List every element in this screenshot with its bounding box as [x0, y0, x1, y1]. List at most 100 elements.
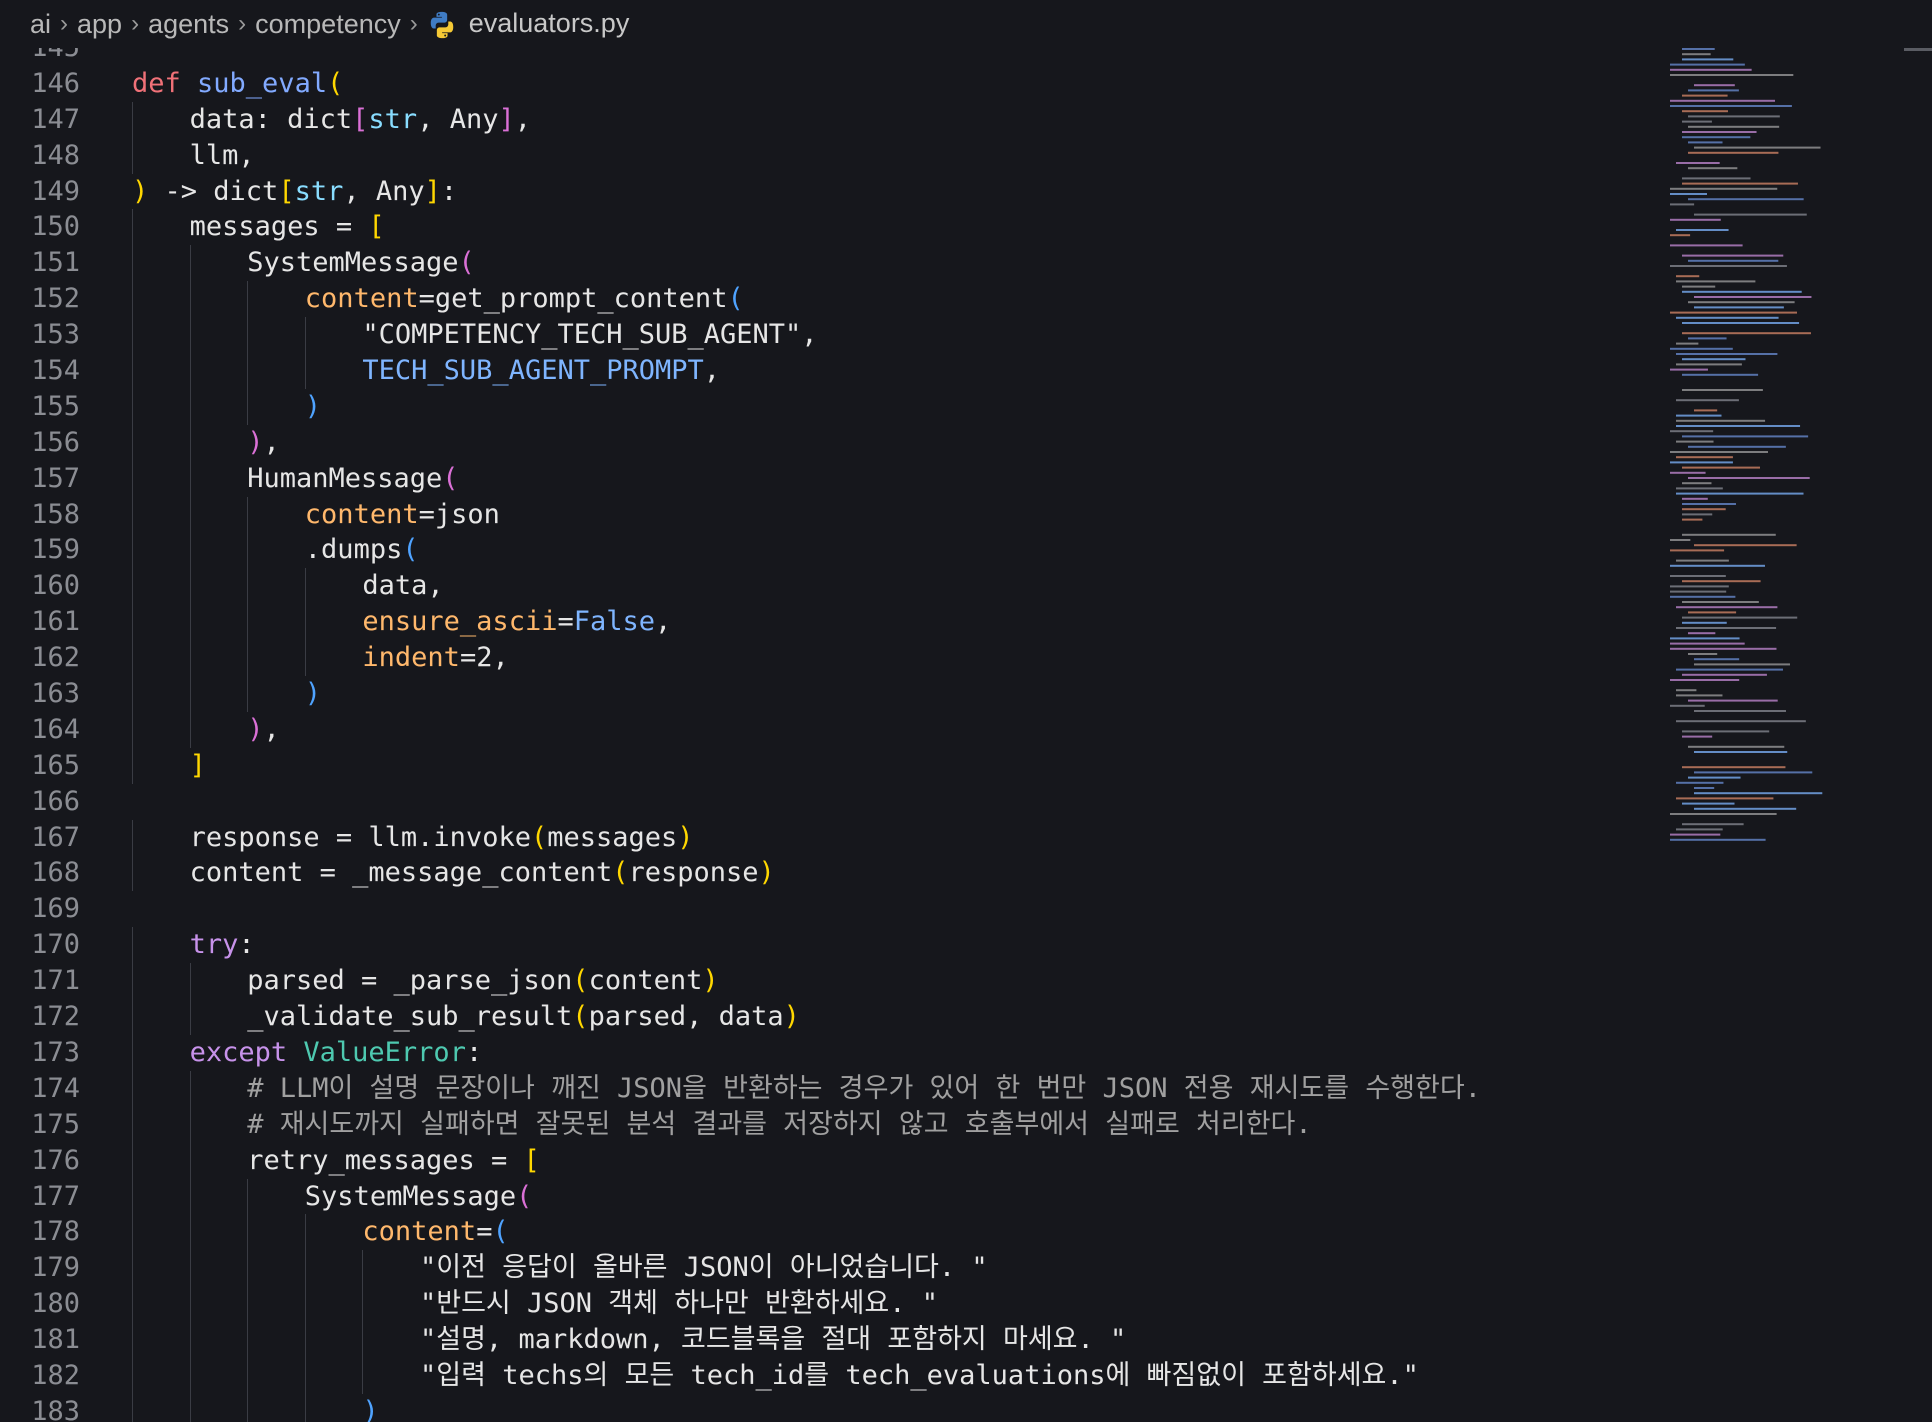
line-number: 155	[31, 390, 80, 422]
minimap-line	[1682, 601, 1759, 603]
indent-guide	[304, 353, 306, 389]
minimap-line	[1682, 285, 1716, 288]
minimap-line	[1670, 193, 1707, 195]
line-number: 160	[31, 570, 80, 602]
code-text: indent=2,	[362, 640, 508, 676]
breadcrumb-item-file[interactable]: evaluators.py	[427, 8, 630, 40]
indent-guide	[132, 1178, 133, 1215]
indent-guide	[189, 281, 191, 318]
indent-guide	[132, 137, 133, 174]
breadcrumb-item-competency[interactable]: competency	[255, 9, 401, 40]
minimap-line	[1670, 430, 1714, 433]
indent-guide	[247, 568, 249, 605]
code-token: , Any	[417, 103, 499, 135]
minimap-line	[1676, 419, 1766, 422]
code-text: except ValueError:	[190, 1035, 483, 1071]
line-number: 149	[31, 175, 80, 207]
minimap-line	[1694, 658, 1740, 661]
indent-guide	[189, 963, 191, 1000]
minimap-line	[1676, 275, 1700, 278]
minimap[interactable]	[1670, 44, 1910, 844]
breadcrumb-item-app[interactable]: app	[77, 9, 122, 40]
minimap-line	[1682, 290, 1802, 293]
minimap-line	[1682, 254, 1784, 257]
code-token: .dumps	[304, 534, 403, 566]
code-text: ),	[247, 425, 280, 461]
minimap-line	[1682, 177, 1751, 180]
code-token: ]	[424, 175, 441, 207]
minimap-line	[1688, 198, 1804, 201]
code-text: data,	[362, 568, 443, 604]
minimap-line	[1676, 627, 1777, 629]
code-text: .dumps(	[305, 532, 419, 568]
line-number: 172	[31, 1001, 80, 1033]
minimap-line	[1688, 632, 1716, 635]
minimap-line	[1682, 332, 1811, 335]
code-token: indent	[362, 642, 460, 674]
line-number: 174	[31, 1072, 80, 1104]
indent-guide	[189, 640, 191, 677]
breadcrumb-item-agents[interactable]: agents	[148, 9, 229, 40]
code-token: )	[362, 1395, 379, 1422]
line-number: 165	[31, 749, 80, 781]
minimap-line	[1688, 745, 1785, 748]
minimap-line	[1676, 492, 1804, 495]
code-text: "입력 techs의 모든 tech_id를 tech_evaluations에…	[420, 1358, 1419, 1394]
indent-guide	[132, 640, 133, 677]
indent-guide	[189, 1106, 191, 1143]
indent-guide	[132, 353, 133, 389]
indent-guide	[304, 1357, 306, 1394]
code-token: parsed = _parse_json	[247, 965, 573, 997]
indent-guide	[189, 496, 191, 533]
line-number: 161	[31, 606, 80, 638]
indent-guide	[132, 819, 133, 856]
code-text: ]	[190, 748, 206, 784]
indent-guide	[247, 496, 249, 533]
indent-guide	[189, 676, 191, 712]
indent-guide	[304, 1286, 306, 1323]
minimap-line	[1670, 595, 1736, 598]
minimap-line	[1670, 642, 1745, 645]
code-token: "반드시 JSON 객체 하나만 반환하세요. "	[420, 1288, 938, 1320]
code-token: (	[492, 1216, 509, 1248]
line-number: 169	[31, 893, 80, 925]
minimap-line	[1670, 74, 1794, 76]
indent-guide	[247, 281, 249, 318]
file-name: evaluators.py	[468, 8, 630, 39]
code-text: )	[305, 389, 321, 425]
indent-guide	[132, 460, 133, 497]
line-number: 147	[31, 103, 80, 135]
code-text: )	[305, 676, 321, 712]
indent-guide	[247, 1178, 249, 1215]
minimap-line	[1694, 787, 1715, 789]
code-editor[interactable]: 145146def sub_eval(147data: dict[str, An…	[0, 48, 1890, 1422]
indent-guide	[189, 1393, 191, 1422]
indent-guide	[132, 1106, 133, 1143]
minimap-line	[1670, 187, 1778, 190]
indent-guide	[189, 711, 191, 748]
chevron-right-icon: ›	[238, 10, 247, 37]
indent-guide	[247, 388, 249, 425]
indent-guide	[132, 317, 133, 354]
minimap-line	[1694, 771, 1813, 774]
code-token: 2	[476, 642, 493, 674]
code-token: (	[516, 1180, 533, 1212]
indent-guide	[247, 676, 249, 712]
indent-guide	[189, 1250, 191, 1287]
minimap-line	[1694, 544, 1797, 547]
minimap-line	[1670, 347, 1733, 350]
minimap-line	[1694, 306, 1784, 309]
code-text: response = llm.invoke(messages)	[190, 820, 694, 856]
breadcrumb-item-ai[interactable]: ai	[30, 9, 51, 40]
indent-guide	[247, 1322, 249, 1358]
code-text: content = _message_content(response)	[190, 855, 775, 891]
indent-guide	[247, 532, 249, 569]
code-token: content	[362, 1216, 477, 1248]
minimap-line	[1670, 637, 1740, 640]
minimap-line	[1670, 838, 1766, 841]
code-token: (	[530, 821, 548, 853]
minimap-line	[1670, 471, 1706, 474]
minimap-line	[1676, 694, 1723, 697]
indent-guide	[189, 1142, 191, 1179]
code-token: (	[572, 1001, 589, 1033]
